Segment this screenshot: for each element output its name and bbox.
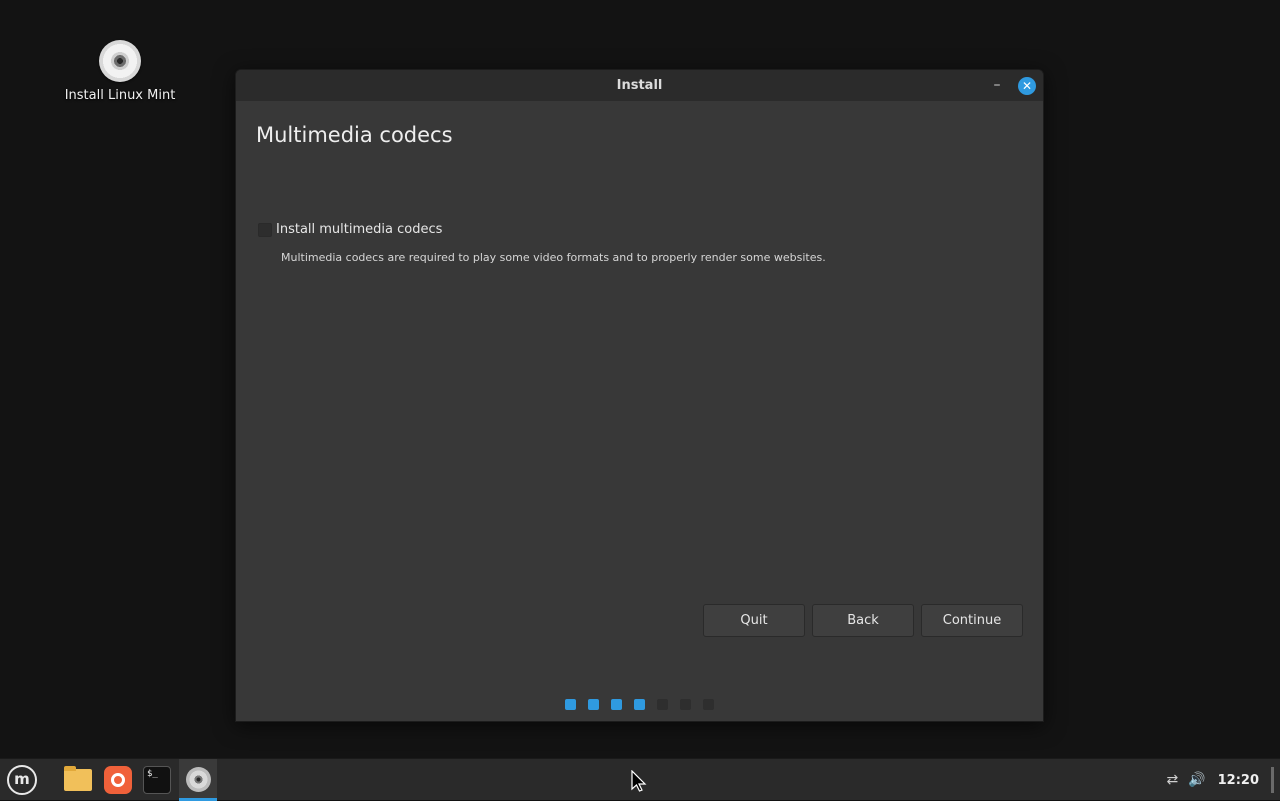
desktop: Install Linux Mint Install – ✕ Multimedi…: [0, 0, 1280, 758]
taskbar: m $_ ⇄ 🔊 12:20: [0, 758, 1280, 801]
install-codecs-checkbox[interactable]: [258, 222, 272, 237]
install-window: Install – ✕ Multimedia codecs Install mu…: [235, 69, 1044, 722]
show-desktop-button[interactable]: [1271, 767, 1274, 793]
menu-button[interactable]: m: [2, 759, 40, 801]
page-title: Multimedia codecs: [256, 123, 453, 147]
files-icon: [64, 766, 92, 791]
files-launcher[interactable]: [58, 759, 96, 801]
progress-step-dot: [611, 699, 622, 710]
codecs-checkbox-row[interactable]: Install multimedia codecs: [258, 222, 442, 237]
window-title: Install: [616, 78, 663, 93]
menu-icon: m: [7, 765, 37, 795]
quit-button[interactable]: Quit: [703, 604, 805, 637]
minimize-button[interactable]: –: [987, 75, 1007, 95]
back-button[interactable]: Back: [812, 604, 914, 637]
desktop-icon-install-linux-mint[interactable]: Install Linux Mint: [58, 40, 182, 103]
system-tray: ⇄ 🔊 12:20: [1166, 759, 1280, 801]
network-icon[interactable]: ⇄: [1166, 772, 1178, 788]
progress-step-dot: [565, 699, 576, 710]
window-titlebar[interactable]: Install – ✕: [236, 70, 1043, 101]
progress-step-dot: [680, 699, 691, 710]
mouse-cursor-icon: [631, 770, 647, 792]
progress-step-dot: [657, 699, 668, 710]
firefox-icon: [104, 766, 132, 794]
codecs-description: Multimedia codecs are required to play s…: [281, 251, 826, 264]
desktop-icon-label: Install Linux Mint: [64, 88, 176, 103]
firefox-launcher[interactable]: [99, 759, 137, 801]
progress-step-dot: [634, 699, 645, 710]
close-button[interactable]: ✕: [1018, 77, 1036, 95]
clock[interactable]: 12:20: [1218, 773, 1259, 788]
step-progress-indicator: [565, 699, 726, 710]
disc-icon: [99, 40, 141, 82]
install-codecs-label[interactable]: Install multimedia codecs: [276, 222, 442, 237]
window-content: Multimedia codecs Install multimedia cod…: [236, 101, 1043, 721]
terminal-icon: $_: [143, 766, 171, 794]
installer-icon: [186, 767, 211, 792]
continue-button[interactable]: Continue: [921, 604, 1023, 637]
volume-icon[interactable]: 🔊: [1188, 772, 1205, 788]
installer-task-button[interactable]: [179, 759, 217, 801]
progress-step-dot: [703, 699, 714, 710]
terminal-launcher[interactable]: $_: [138, 759, 176, 801]
progress-step-dot: [588, 699, 599, 710]
